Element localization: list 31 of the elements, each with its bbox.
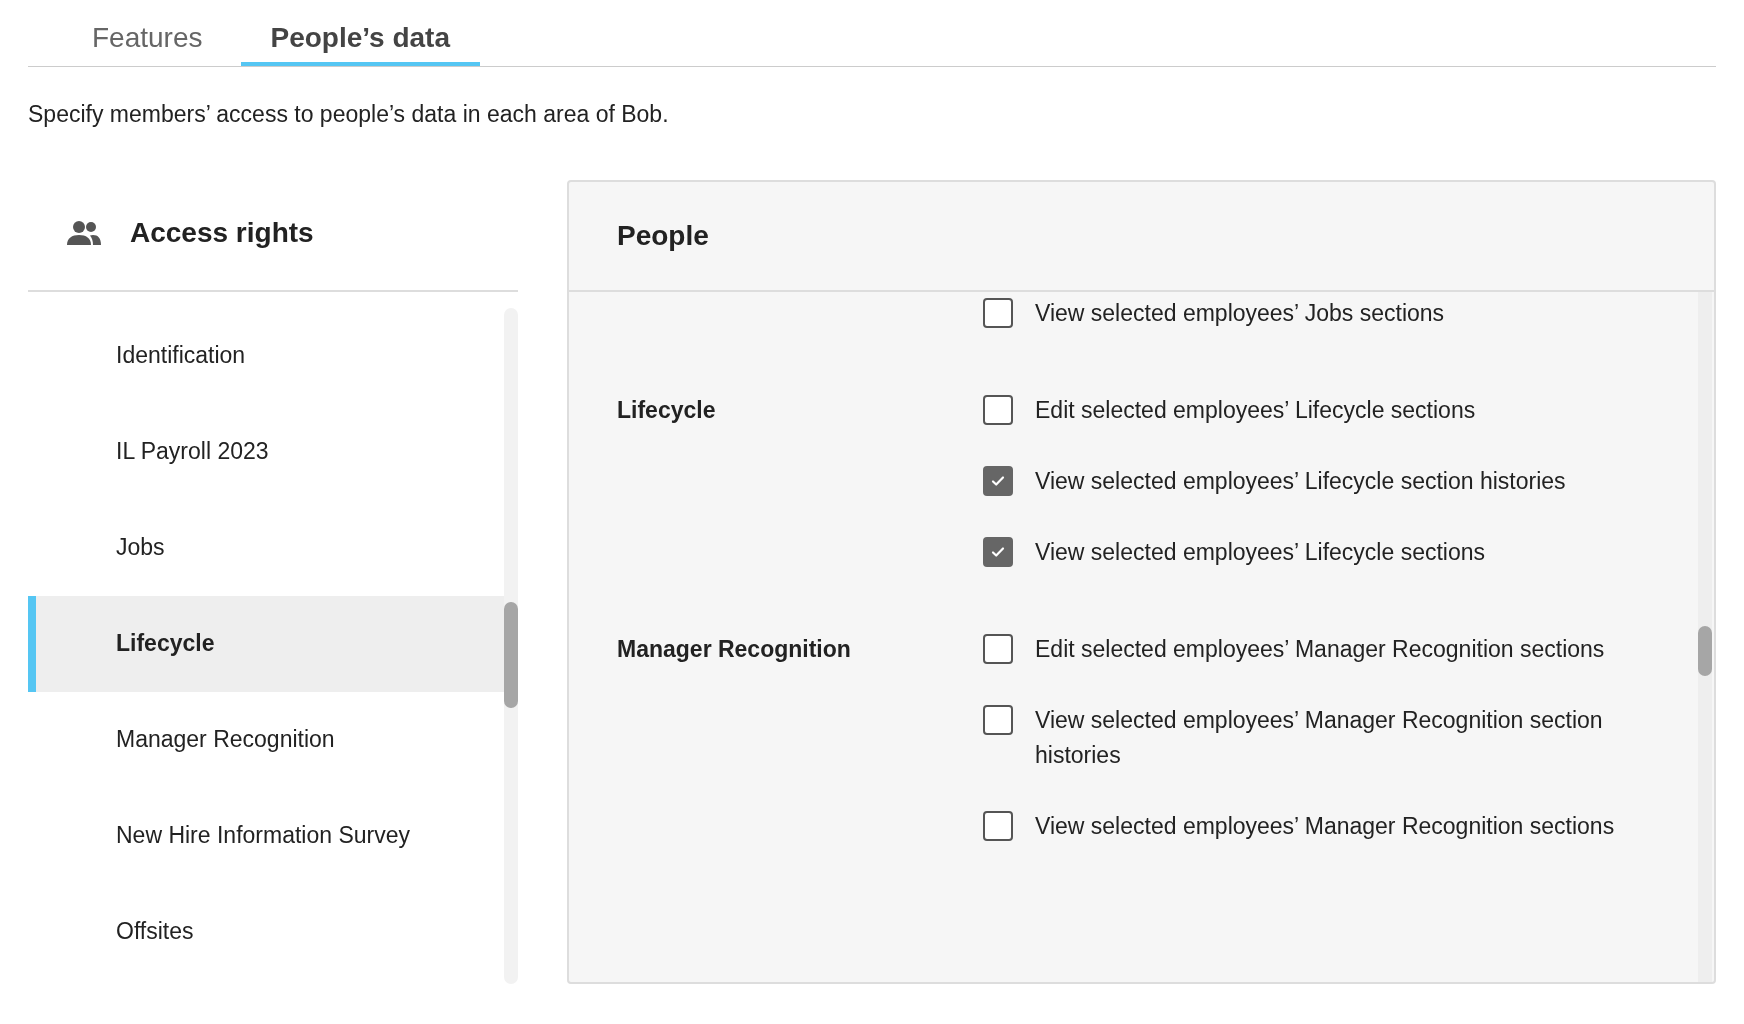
sidebar-item[interactable]: Manager Recognition [28,691,504,788]
permission-label: Edit selected employees’ Lifecycle sections [1035,395,1477,425]
sidebar-item[interactable]: Identification [28,307,504,404]
description-text: Specify members’ access to people’s data in each area of Bob. [28,100,670,129]
tab[interactable]: People’s data [240,0,480,66]
checkbox[interactable] [983,704,1013,735]
tab[interactable]: Features [62,0,233,66]
sidebar-title: Access rights [130,215,314,250]
sidebar-item[interactable]: Offsites [28,883,504,980]
permission-label: View selected employees’ Manager Recognition sections [1035,811,1616,841]
checkbox[interactable] [983,810,1013,841]
people-icon [66,219,102,246]
checkbox[interactable] [983,297,1013,328]
group-label: Lifecycle [617,396,716,423]
permission-label: View selected employees’ Lifecycle section histories [1035,466,1567,496]
scrollbar-thumb[interactable] [504,601,518,708]
permission-label: View selected employees’ Lifecycle sections [1035,537,1486,567]
checkbox[interactable] [983,536,1013,567]
sidebar-item[interactable]: Jobs [28,499,504,596]
permission-label: Edit selected employees’ Manager Recognition sections [1035,634,1606,664]
checkbox[interactable] [983,633,1013,664]
scrollbar-thumb[interactable] [1698,625,1712,676]
sidebar-item[interactable]: New Hire Information Survey [28,787,504,884]
permission-label: View selected employees’ Manager Recognition section histories [1035,705,1604,770]
sidebar-item[interactable]: Lifecycle [28,595,504,692]
checkbox[interactable] [983,465,1013,496]
group-label: Manager Recognition [617,635,851,662]
permission-label: View selected employees’ Jobs sections [1035,298,1446,328]
checkbox[interactable] [983,394,1013,425]
sidebar-item[interactable]: IL Payroll 2023 [28,403,504,500]
panel-title: People [617,218,709,253]
